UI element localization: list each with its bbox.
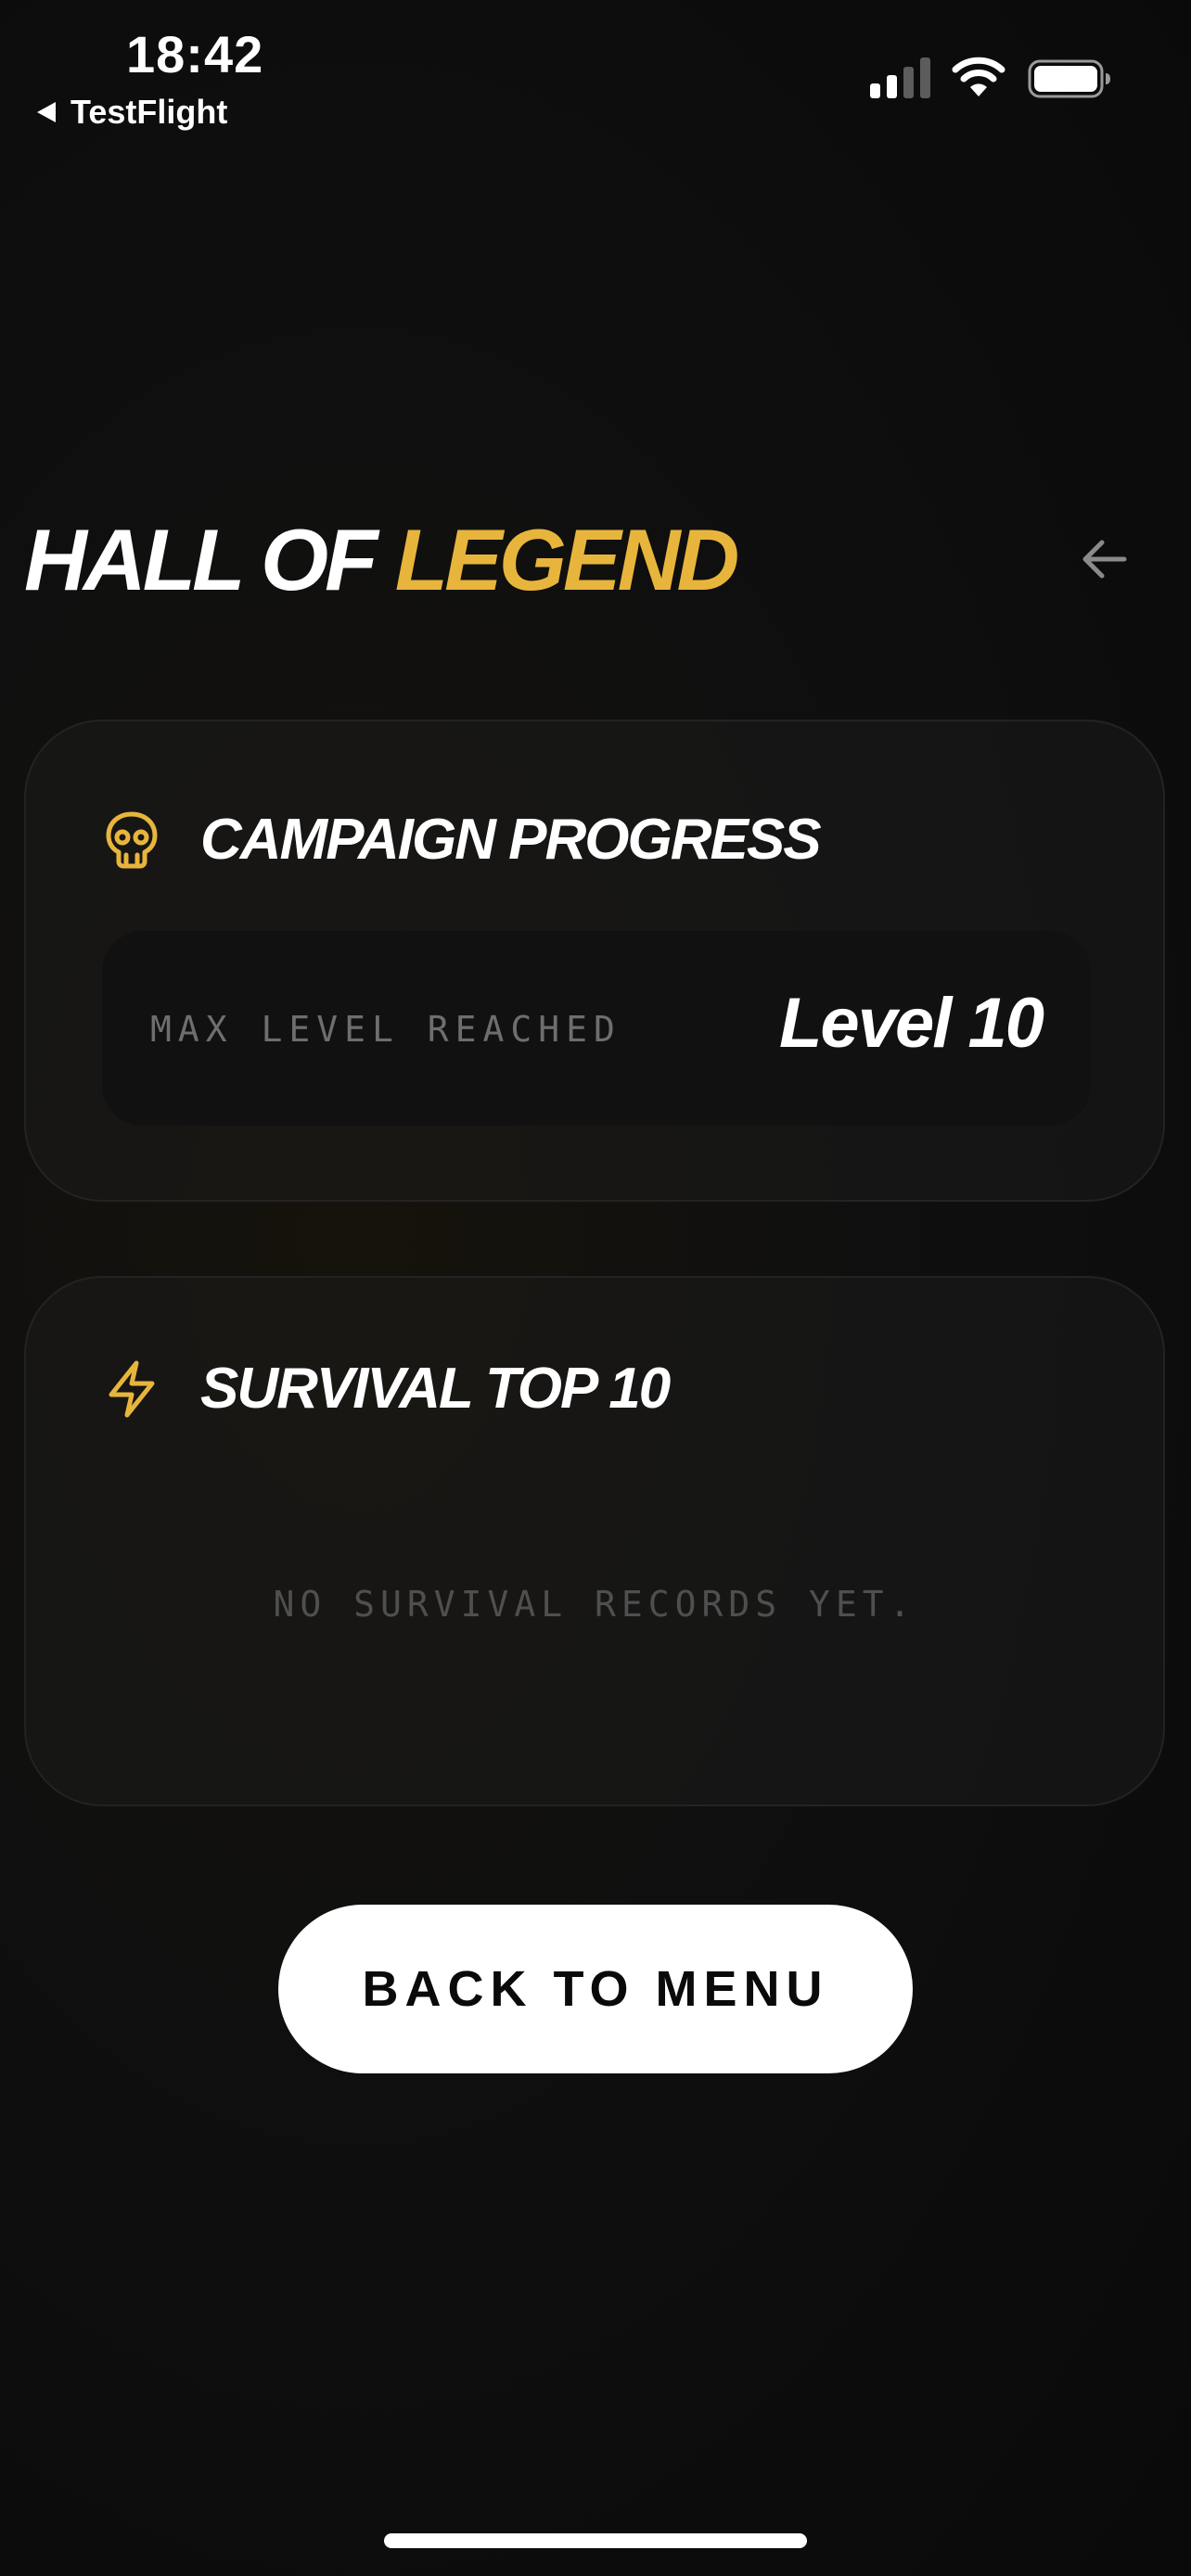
arrow-left-icon[interactable] [1076, 530, 1133, 588]
survival-card-title: SURVIVAL TOP 10 [200, 1357, 671, 1421]
skull-icon [106, 811, 158, 868]
survival-top-card: SURVIVAL TOP 10 NO SURVIVAL RECORDS YET. [24, 1276, 1165, 1806]
hall-of-legend-screen: 18:42 TestFlight HALL OF LEGEND CAMPAIGN… [0, 0, 1191, 2576]
battery-icon [1028, 59, 1110, 98]
status-time: 18:42 [126, 25, 264, 83]
page-title-white: HALL OF [24, 511, 378, 608]
max-level-stat: MAX LEVEL REACHED Level 10 [102, 931, 1091, 1126]
survival-empty-message: NO SURVIVAL RECORDS YET. [273, 1584, 916, 1625]
cellular-signal-icon [870, 57, 930, 98]
back-triangle-icon [37, 102, 56, 122]
survival-card-header: SURVIVAL TOP 10 [104, 1356, 671, 1422]
lightning-bolt-icon [109, 1360, 155, 1417]
max-level-value: Level 10 [779, 984, 1044, 1063]
wifi-icon [952, 57, 1005, 96]
page-title-accent: LEGEND [394, 511, 740, 608]
page-title: HALL OF LEGEND [24, 508, 740, 612]
campaign-card-header: CAMPAIGN PROGRESS [104, 807, 822, 873]
max-level-label: MAX LEVEL REACHED [150, 1009, 621, 1050]
home-indicator[interactable] [384, 2533, 807, 2548]
status-back-app-label: TestFlight [70, 93, 228, 131]
campaign-card-title: CAMPAIGN PROGRESS [200, 808, 822, 872]
status-back-to-app[interactable]: TestFlight [37, 93, 227, 132]
back-to-menu-button[interactable]: BACK TO MENU [278, 1905, 913, 2073]
campaign-progress-card: CAMPAIGN PROGRESS MAX LEVEL REACHED Leve… [24, 720, 1165, 1202]
